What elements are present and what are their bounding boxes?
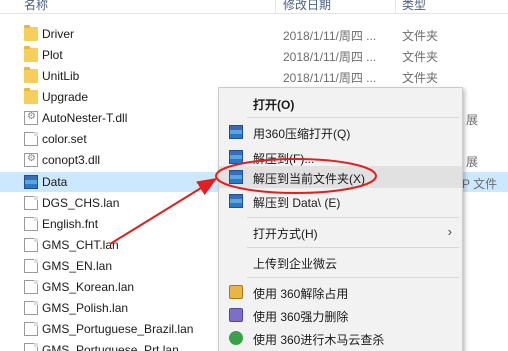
file-name: DGS_CHS.lan bbox=[42, 196, 120, 210]
menu-item-label: 上传到企业微云 bbox=[253, 257, 338, 271]
list-item[interactable]: Plot 2018/1/11/周四 ... 文件夹 bbox=[0, 45, 508, 65]
file-name: Data bbox=[42, 175, 68, 189]
menu-item-label: 打开(O) bbox=[253, 98, 295, 112]
archive-icon bbox=[24, 175, 38, 189]
file-icon bbox=[24, 238, 38, 252]
menu-item-label: 使用 360强力删除 bbox=[253, 310, 349, 324]
date-column-header[interactable]: 修改日期 bbox=[283, 0, 331, 13]
folder-icon bbox=[24, 46, 38, 62]
menu-item-label: 使用 360进行木马云查杀 bbox=[253, 333, 385, 347]
delete-icon bbox=[229, 308, 243, 322]
menu-item-open[interactable]: 打开(O) bbox=[219, 92, 462, 114]
unlock-icon bbox=[229, 285, 243, 299]
menu-item-label: 解压到当前文件夹(X) bbox=[253, 172, 365, 186]
file-icon bbox=[24, 196, 38, 210]
list-item[interactable]: Driver 2018/1/11/周四 ... 文件夹 bbox=[0, 24, 508, 44]
menu-divider bbox=[247, 247, 459, 248]
menu-item-extract-data[interactable]: 解压到 Data\ (E) bbox=[219, 190, 462, 212]
menu-item-label: 解压到 Data\ (E) bbox=[253, 196, 341, 210]
file-icon bbox=[24, 217, 38, 231]
name-column-header[interactable]: 名称 bbox=[24, 0, 48, 13]
file-name: UnitLib bbox=[42, 69, 80, 83]
list-item[interactable]: UnitLib 2018/1/11/周四 ... 文件夹 bbox=[0, 66, 508, 86]
file-type: 文件夹 bbox=[402, 71, 439, 85]
file-type: 展 bbox=[466, 113, 479, 127]
file-type: 展 bbox=[466, 155, 479, 169]
file-icon bbox=[24, 343, 38, 351]
menu-item-extract-here[interactable]: 解压到当前文件夹(X) bbox=[219, 166, 462, 188]
file-name: Driver bbox=[42, 27, 74, 41]
menu-item-extract-to[interactable]: 解压到(F)... bbox=[219, 146, 462, 168]
menu-item-trojan-scan-360[interactable]: 使用 360进行木马云查杀 bbox=[219, 327, 462, 349]
context-menu: 打开(O) 用360压缩打开(Q) 解压到(F)... 解压到当前文件夹(X) … bbox=[218, 87, 463, 351]
file-type: P 文件 bbox=[462, 177, 498, 191]
file-type: 文件夹 bbox=[402, 29, 439, 43]
file-name: GMS_Polish.lan bbox=[42, 301, 129, 315]
file-name: GMS_Portuguese_Brazil.lan bbox=[42, 322, 194, 336]
file-date: 2018/1/11/周四 ... bbox=[283, 29, 377, 43]
file-name: GMS_Korean.lan bbox=[42, 280, 135, 294]
menu-item-unlock-360[interactable]: 使用 360解除占用 bbox=[219, 281, 462, 303]
file-name: AutoNester-T.dll bbox=[42, 111, 128, 125]
archive-icon bbox=[229, 170, 243, 184]
file-date: 2018/1/11/周四 ... bbox=[283, 71, 377, 85]
folder-icon bbox=[24, 88, 38, 104]
file-icon bbox=[24, 322, 38, 336]
file-name: GMS_EN.lan bbox=[42, 259, 113, 273]
file-icon bbox=[24, 132, 38, 146]
menu-item-open-360[interactable]: 用360压缩打开(Q) bbox=[219, 121, 462, 143]
column-divider[interactable] bbox=[275, 0, 276, 13]
chevron-right-icon: › bbox=[447, 224, 452, 239]
column-divider[interactable] bbox=[395, 0, 396, 13]
file-icon bbox=[24, 259, 38, 273]
menu-divider bbox=[247, 277, 459, 278]
file-name: English.fnt bbox=[42, 217, 99, 231]
shield-icon bbox=[229, 331, 243, 345]
file-name: color.set bbox=[42, 132, 87, 146]
type-column-header[interactable]: 类型 bbox=[402, 0, 426, 13]
archive-icon bbox=[229, 125, 243, 139]
archive-icon bbox=[229, 194, 243, 208]
settings-file-icon bbox=[24, 111, 38, 125]
menu-item-label: 打开方式(H) bbox=[253, 227, 318, 241]
menu-item-upload[interactable]: 上传到企业微云 bbox=[219, 251, 462, 273]
file-name: GMS_Portuguese_Prt.lan bbox=[42, 343, 179, 351]
file-icon bbox=[24, 280, 38, 294]
file-type: 文件夹 bbox=[402, 50, 439, 64]
column-header: 名称 修改日期 类型 bbox=[0, 0, 508, 14]
file-name: Plot bbox=[42, 48, 63, 62]
archive-icon bbox=[229, 150, 243, 164]
folder-icon bbox=[24, 67, 38, 83]
file-name: conopt3.dll bbox=[42, 153, 101, 167]
menu-item-label: 使用 360解除占用 bbox=[253, 287, 349, 301]
menu-item-label: 解压到(F)... bbox=[253, 152, 315, 166]
settings-file-icon bbox=[24, 153, 38, 167]
file-date: 2018/1/11/周四 ... bbox=[283, 50, 377, 64]
menu-divider bbox=[247, 217, 459, 218]
menu-item-label: 用360压缩打开(Q) bbox=[253, 127, 351, 141]
file-icon bbox=[24, 301, 38, 315]
menu-item-force-delete-360[interactable]: 使用 360强力删除 bbox=[219, 304, 462, 326]
menu-divider bbox=[247, 117, 459, 118]
menu-item-open-with[interactable]: 打开方式(H) › bbox=[219, 221, 462, 243]
file-name: GMS_CHT.lan bbox=[42, 238, 119, 252]
file-name: Upgrade bbox=[42, 90, 89, 104]
folder-icon bbox=[24, 25, 38, 41]
